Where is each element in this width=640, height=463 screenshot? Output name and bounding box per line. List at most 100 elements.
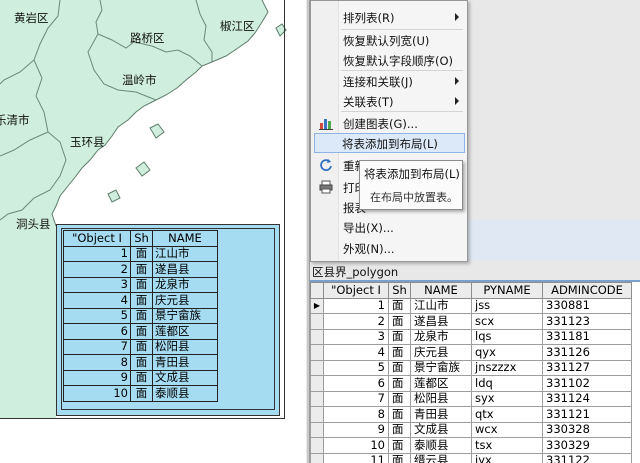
table-cell[interactable]: 331121 <box>542 406 632 423</box>
table-cell[interactable]: 330881 <box>542 297 632 314</box>
table-cell[interactable]: ldq <box>471 375 543 392</box>
layout-view[interactable]: 黄岩区 路桥区 椒江区 温岭市 乐清市 玉环县 洞头县 "Object I Sh… <box>0 0 306 463</box>
table-row[interactable]: 6 面莲都区 ldq 331102 <box>310 375 632 392</box>
table-cell[interactable]: jyx <box>471 452 543 463</box>
table-row[interactable]: 3 面龙泉市 lqs 331181 <box>310 328 632 345</box>
table-cell[interactable]: 龙泉市 <box>410 328 472 345</box>
table-row[interactable]: 7 面松阳县 syx 331124 <box>310 390 632 407</box>
menu-item-arrange-tables[interactable]: 排列表(R) <box>313 7 465 27</box>
table-cell[interactable]: 331102 <box>542 375 632 392</box>
table-cell[interactable]: 8 <box>323 406 389 423</box>
table-cell[interactable]: 2 <box>323 313 389 330</box>
table-row[interactable]: 10 面泰顺县 tsx 330329 <box>310 437 632 454</box>
row-selector[interactable] <box>310 452 324 463</box>
table-cell[interactable]: qtx <box>471 406 543 423</box>
table-cell[interactable]: wcx <box>471 421 543 438</box>
table-row[interactable]: 2 面遂昌县 scx 331123 <box>310 313 632 330</box>
menu-item-export[interactable]: 导出(X)... <box>313 217 465 237</box>
table-cell[interactable]: 6 <box>323 375 389 392</box>
row-selector[interactable] <box>310 437 324 454</box>
column-header[interactable]: NAME <box>410 282 472 299</box>
table-cell[interactable]: 面 <box>388 328 411 345</box>
table-cell[interactable]: 11 <box>323 452 389 463</box>
table-cell[interactable]: 景宁畲族 <box>410 359 472 376</box>
table-cell[interactable]: 5 <box>323 359 389 376</box>
table-tab[interactable]: 区县界_polygon <box>312 264 398 280</box>
menu-item-joins-relates[interactable]: 连接和关联(J) <box>313 71 465 91</box>
table-cell[interactable]: 莲都区 <box>410 375 472 392</box>
table-cell[interactable]: 331181 <box>542 328 632 345</box>
table-row[interactable]: 8 面青田县 qtx 331121 <box>310 406 632 423</box>
layout-table-cell: 2 <box>63 261 131 278</box>
row-selector[interactable] <box>310 421 324 438</box>
table-row[interactable]: 11 面缙云县 jyx 331122 <box>310 452 632 463</box>
menu-item-restore-field-order[interactable]: 恢复默认字段顺序(O) <box>313 50 465 70</box>
column-header[interactable]: "Object I <box>323 282 389 299</box>
table-cell[interactable]: jnszzzx <box>471 359 543 376</box>
row-selector[interactable] <box>310 328 324 345</box>
menu-item-restore-column-width[interactable]: 恢复默认列宽(U) <box>313 30 465 50</box>
table-cell[interactable]: 4 <box>323 344 389 361</box>
table-cell[interactable]: scx <box>471 313 543 330</box>
table-cell[interactable]: 面 <box>388 452 411 463</box>
table-cell[interactable]: tsx <box>471 437 543 454</box>
table-cell[interactable]: 面 <box>388 359 411 376</box>
table-cell[interactable]: 7 <box>323 390 389 407</box>
table-cell[interactable]: 江山市 <box>410 297 472 314</box>
row-selector[interactable] <box>310 390 324 407</box>
row-selector[interactable] <box>310 375 324 392</box>
menu-item-appearance[interactable]: 外观(N)... <box>313 238 465 258</box>
table-cell[interactable]: 331126 <box>542 344 632 361</box>
row-selector[interactable]: ▶ <box>310 297 324 314</box>
table-cell[interactable]: 面 <box>388 297 411 314</box>
table-cell[interactable]: 面 <box>388 437 411 454</box>
table-cell[interactable]: jss <box>471 297 543 314</box>
menu-item-create-graph[interactable]: 创建图表(G)... <box>313 113 465 133</box>
table-cell[interactable]: 10 <box>323 437 389 454</box>
table-cell[interactable]: 9 <box>323 421 389 438</box>
table-row[interactable]: 9 面文成县 wcx 330328 <box>310 421 632 438</box>
table-cell[interactable]: 面 <box>388 375 411 392</box>
table-cell[interactable]: 缙云县 <box>410 452 472 463</box>
table-cell[interactable]: 面 <box>388 390 411 407</box>
column-header[interactable]: PYNAME <box>471 282 543 299</box>
table-cell[interactable]: 遂昌县 <box>410 313 472 330</box>
column-header[interactable]: ADMINCODE <box>542 282 632 299</box>
column-header[interactable]: Sh <box>388 282 411 299</box>
table-cell[interactable]: 330329 <box>542 437 632 454</box>
table-cell[interactable]: 331124 <box>542 390 632 407</box>
table-cell[interactable]: syx <box>471 390 543 407</box>
table-cell[interactable]: 331122 <box>542 452 632 463</box>
table-cell[interactable]: 3 <box>323 328 389 345</box>
menu-item-add-table-to-layout[interactable]: 将表添加到布局(L) <box>314 133 465 153</box>
row-selector[interactable] <box>310 406 324 423</box>
table-row[interactable]: ▶ 1 面江山市 jss 330881 <box>310 297 632 314</box>
row-selector-header[interactable] <box>310 282 324 299</box>
table-cell[interactable]: 庆元县 <box>410 344 472 361</box>
menu-item-related-tables[interactable]: 关联表(T) <box>313 91 465 111</box>
table-cell[interactable]: 面 <box>388 344 411 361</box>
table-row[interactable]: 5 面景宁畲族 jnszzzx 331127 <box>310 359 632 376</box>
table-cell[interactable]: 1 <box>323 297 389 314</box>
row-selector[interactable] <box>310 344 324 361</box>
table-cell[interactable]: 泰顺县 <box>410 437 472 454</box>
attribute-table[interactable]: "Object I Sh NAME PYNAME ADMINCODE ▶ 1 面江山… <box>310 282 640 463</box>
table-cell[interactable]: 青田县 <box>410 406 472 423</box>
table-cell[interactable]: qyx <box>471 344 543 361</box>
table-cell[interactable]: 松阳县 <box>410 390 472 407</box>
layout-table-frame[interactable]: "Object I Sh NAME 1 面江山市 2 面遂昌县 3 面龙泉市 4 面庆元县 5 面… <box>56 224 280 416</box>
table-cell[interactable]: lqs <box>471 328 543 345</box>
table-cell[interactable]: 面 <box>388 406 411 423</box>
table-cell[interactable]: 面 <box>388 421 411 438</box>
table-row[interactable]: 4 面庆元县 qyx 331126 <box>310 344 632 361</box>
table-cell[interactable]: 331123 <box>542 313 632 330</box>
menu-item-label: 恢复默认列宽(U) <box>343 34 430 48</box>
table-cell[interactable]: 330328 <box>542 421 632 438</box>
table-cell[interactable]: 331127 <box>542 359 632 376</box>
row-selector[interactable] <box>310 359 324 376</box>
printer-icon <box>319 180 333 194</box>
menu-item-label: 将表添加到布局(L) <box>342 137 438 151</box>
table-cell[interactable]: 文成县 <box>410 421 472 438</box>
row-selector[interactable] <box>310 313 324 330</box>
table-cell[interactable]: 面 <box>388 313 411 330</box>
